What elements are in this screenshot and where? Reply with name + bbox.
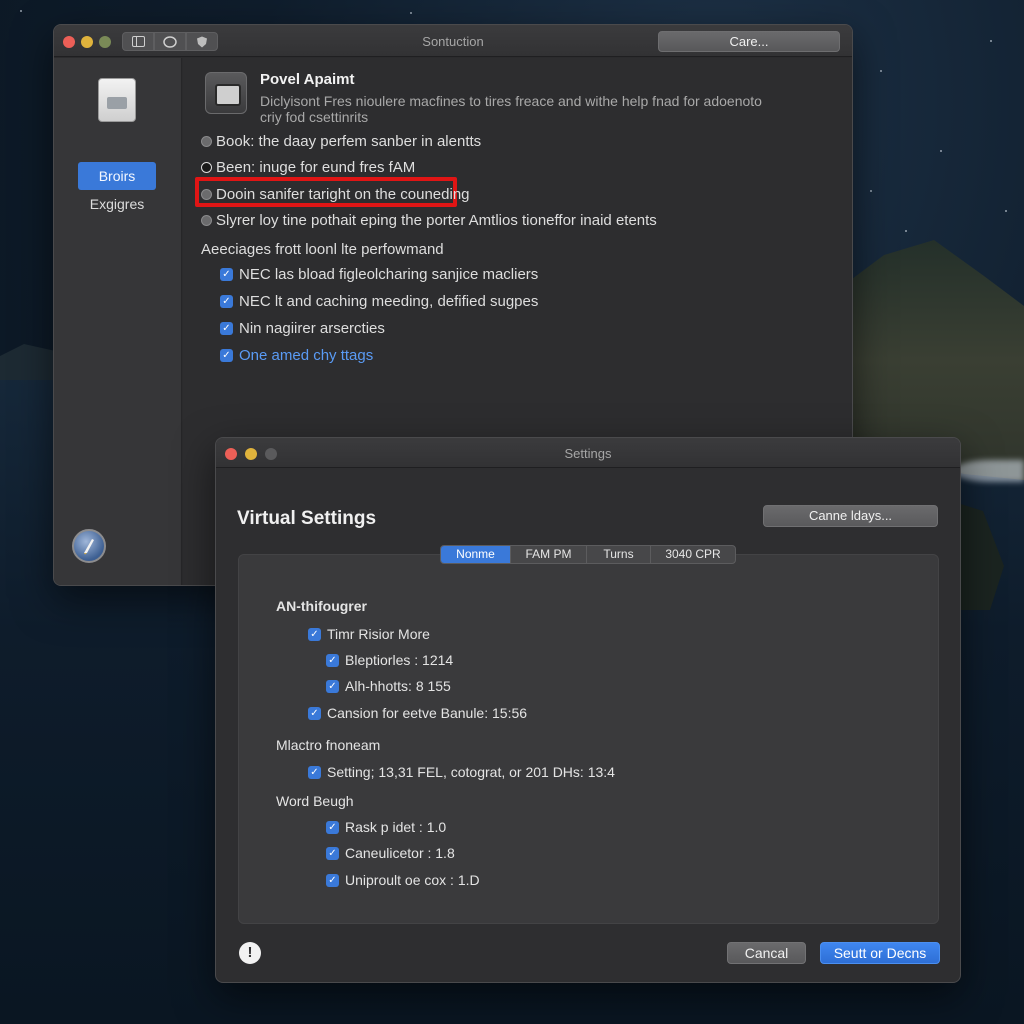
setting-checkbox[interactable]: ✓ Rask p idet : 1.0 [326, 819, 446, 835]
top-action-button[interactable]: Canne ldays... [763, 505, 938, 527]
sidebar-item[interactable]: Exgigres [78, 196, 156, 212]
checkbox-option[interactable]: ✓ NEC lt and caching meeding, defified s… [220, 293, 538, 310]
checkbox-icon[interactable]: ✓ [326, 679, 339, 693]
tab-nonme[interactable]: Nonme [441, 546, 511, 563]
primary-button[interactable]: Seutt or Decns [820, 942, 940, 964]
checkbox-icon[interactable]: ✓ [220, 295, 233, 308]
section-label: AN-thifougrer [276, 598, 367, 614]
sidebar-item-selected[interactable]: Broirs [78, 162, 156, 190]
radio-option-selected[interactable]: Been: inuge for eund fres fAM [201, 159, 415, 176]
app-icon [98, 78, 136, 122]
sidebar: Broirs Exgigres [54, 58, 182, 585]
checkbox-option[interactable]: ✓ One amed chy ttags [220, 347, 373, 364]
cancel-button[interactable]: Cancal [727, 942, 806, 964]
content-description: Diclyisont Fres nioulere macfines to tir… [260, 93, 762, 125]
setting-checkbox[interactable]: ✓ Timr Risior More [308, 626, 430, 642]
title-bar: Settings [216, 438, 960, 468]
checkbox-icon[interactable]: ✓ [308, 627, 321, 641]
radio-option[interactable]: Slyrer loy tine pothait eping the porter… [201, 212, 657, 229]
setting-checkbox[interactable]: ✓ Cansion for eetve Banule: 15:56 [308, 705, 527, 721]
section-label: Aeeciages frott loonl lte perfowmand [201, 241, 444, 258]
warning-icon[interactable]: ! [239, 942, 261, 964]
window-title: Settings [564, 446, 612, 461]
checkbox-icon[interactable]: ✓ [326, 873, 339, 887]
title-bar: Sontuction Care... [54, 25, 852, 57]
page-title: Virtual Settings [237, 508, 377, 529]
radio-icon[interactable] [201, 162, 212, 173]
setting-checkbox[interactable]: ✓ Uniproult oe cox : 1.D [326, 872, 480, 888]
radio-icon[interactable] [201, 136, 212, 147]
settings-window: Settings Virtual Settings Canne ldays...… [215, 437, 961, 983]
checkbox-option[interactable]: ✓ Nin nagiirer arsercties [220, 320, 385, 337]
checkbox-icon[interactable]: ✓ [220, 349, 233, 362]
section-label: Word Beugh [276, 793, 354, 809]
checkbox-icon[interactable]: ✓ [308, 765, 321, 779]
radio-icon[interactable] [201, 189, 212, 200]
checkbox-icon[interactable]: ✓ [308, 706, 321, 720]
care-button[interactable]: Care... [658, 31, 840, 52]
checkbox-icon[interactable]: ✓ [326, 846, 339, 860]
tab-fam-pm[interactable]: FAM PM [511, 546, 587, 563]
setting-checkbox[interactable]: ✓ Caneulicetor : 1.8 [326, 845, 455, 861]
checkbox-icon[interactable]: ✓ [326, 653, 339, 667]
checkbox-icon[interactable]: ✓ [220, 268, 233, 281]
checkbox-option[interactable]: ✓ NEC las bload figleolcharing sanjice m… [220, 266, 538, 283]
radio-option[interactable]: Book: the daay perfem sanber in alentts [201, 133, 481, 150]
section-label: Mlactro fnoneam [276, 737, 381, 753]
tab-bar: Nonme FAM PM Turns 3040 CPR [440, 545, 736, 564]
device-icon [205, 72, 247, 114]
setting-checkbox[interactable]: ✓ Alh-hhotts: 8 155 [326, 678, 451, 694]
checkbox-icon[interactable]: ✓ [220, 322, 233, 335]
setting-checkbox[interactable]: ✓ Setting; 13,31 FEL, cotograt, or 201 D… [308, 764, 615, 780]
tab-turns[interactable]: Turns [587, 546, 651, 563]
radio-icon[interactable] [201, 215, 212, 226]
radio-option[interactable]: Dooin sanifer taright on the couneding [201, 186, 470, 203]
globe-icon[interactable] [72, 529, 106, 563]
checkbox-icon[interactable]: ✓ [326, 820, 339, 834]
tab-3040-cpr[interactable]: 3040 CPR [651, 546, 735, 563]
settings-panel: AN-thifougrer ✓ Timr Risior More ✓ Blept… [238, 554, 939, 924]
setting-checkbox[interactable]: ✓ Bleptiorles : 1214 [326, 652, 453, 668]
content-title: Povel Apaimt [260, 71, 355, 88]
